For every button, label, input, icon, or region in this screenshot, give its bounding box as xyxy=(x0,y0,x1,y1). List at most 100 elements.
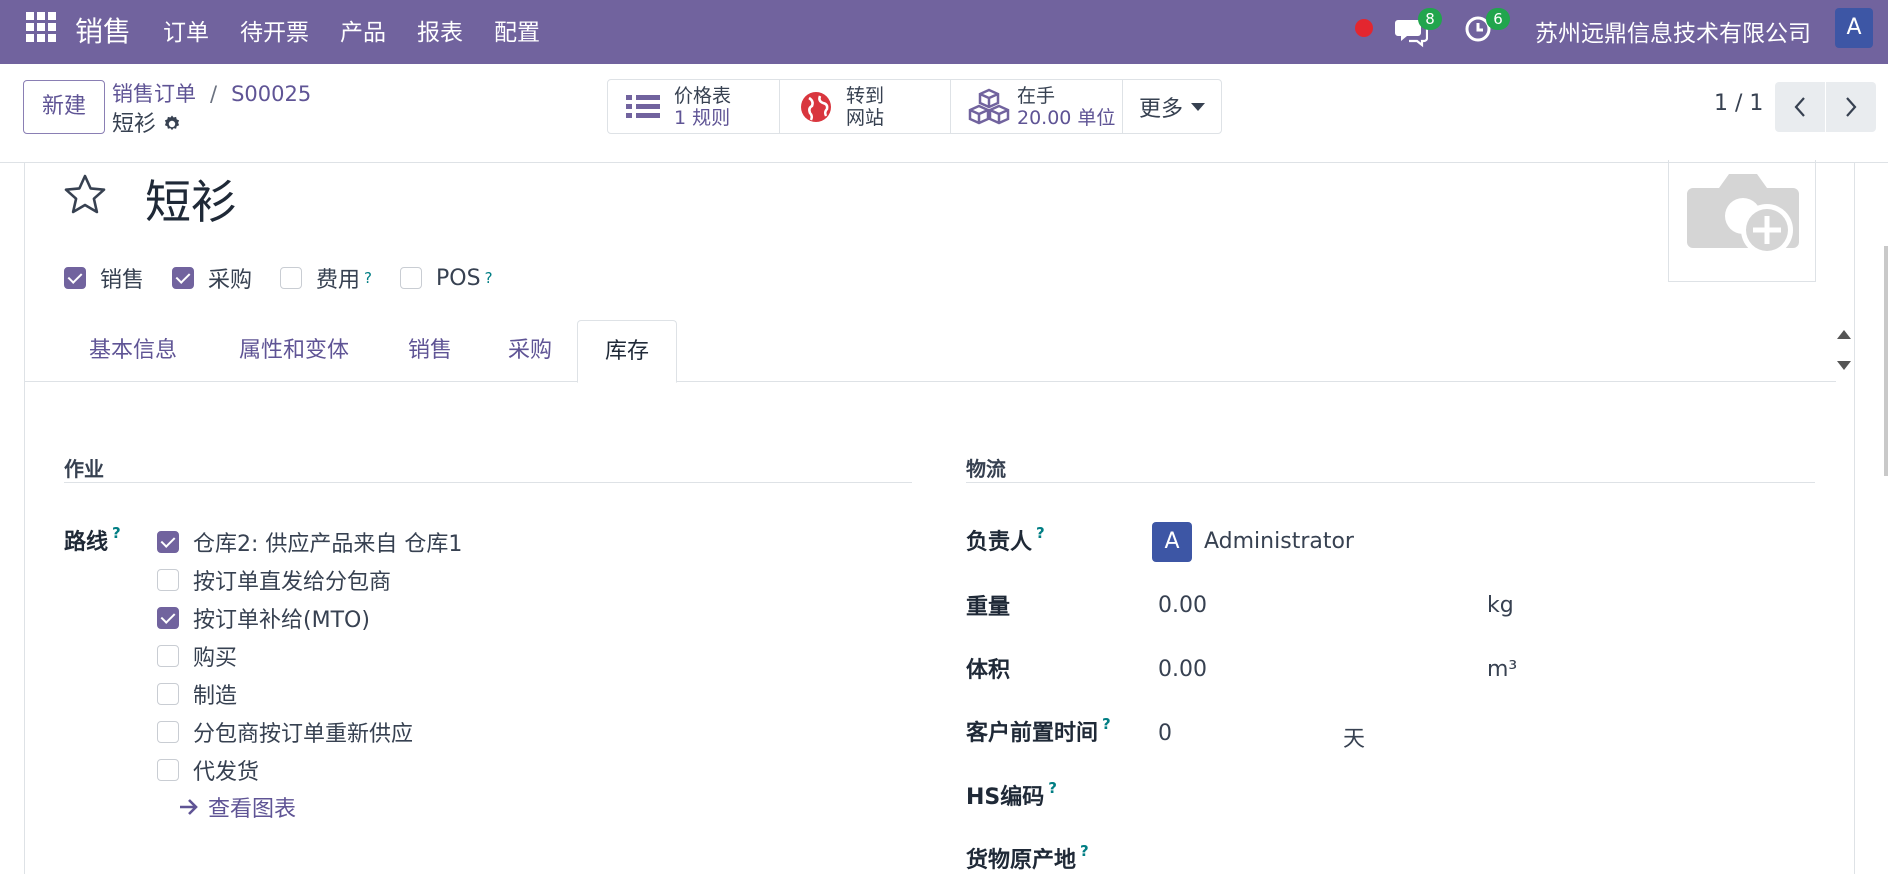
scroll-down-icon[interactable] xyxy=(1837,361,1851,370)
hs-code-label: HS编码? xyxy=(966,779,1057,810)
go-to-website-smart-button[interactable]: 转到 网站 xyxy=(780,80,951,133)
menu-item-products[interactable]: 产品 xyxy=(340,13,386,47)
can-be-sold-flag[interactable]: 销售 xyxy=(64,262,144,294)
route-item[interactable]: 仓库2: 供应产品来自 仓库1 xyxy=(157,526,462,558)
routes-label: 路线? xyxy=(64,524,121,555)
company-switcher[interactable]: 苏州远鼎信息技术有限公司 xyxy=(1535,14,1811,48)
divider xyxy=(64,482,912,483)
on-hand-label: 在手 xyxy=(1017,84,1056,107)
more-dropdown[interactable]: 更多 xyxy=(1123,80,1221,133)
arrow-right-icon xyxy=(178,797,200,822)
checkbox-unchecked[interactable] xyxy=(157,759,179,781)
checkbox-checked[interactable] xyxy=(64,267,86,289)
breadcrumb-order[interactable]: S00025 xyxy=(231,82,311,106)
help-icon[interactable]: ? xyxy=(1102,715,1111,733)
tab-inventory[interactable]: 库存 xyxy=(577,320,677,383)
menu-item-configuration[interactable]: 配置 xyxy=(494,13,540,47)
chevron-right-icon xyxy=(1846,97,1857,117)
tab-general-info[interactable]: 基本信息 xyxy=(72,320,194,382)
cubes-icon xyxy=(967,87,1010,127)
product-name[interactable]: 短衫 xyxy=(145,166,237,232)
globe-icon xyxy=(796,87,836,127)
volume-unit: m³ xyxy=(1487,657,1518,682)
help-icon[interactable]: ? xyxy=(485,269,493,287)
route-item[interactable]: 按订单直发给分包商 xyxy=(157,564,391,596)
pricelist-value: 1 规则 xyxy=(674,106,731,129)
checkbox-checked[interactable] xyxy=(172,267,195,289)
help-icon[interactable]: ? xyxy=(1080,842,1089,860)
route-item[interactable]: 购买 xyxy=(157,640,237,672)
pager-previous-button[interactable] xyxy=(1775,82,1825,132)
available-in-pos-flag[interactable]: POS? xyxy=(400,262,493,294)
responsible-label: 负责人? xyxy=(966,524,1045,555)
pricelist-label: 价格表 xyxy=(674,84,732,107)
breadcrumb-sales-orders[interactable]: 销售订单 xyxy=(112,82,196,106)
responsible-avatar: A xyxy=(1152,522,1192,562)
gear-icon[interactable] xyxy=(162,114,182,134)
current-record-name: 短衫 xyxy=(112,112,157,137)
checkbox-unchecked[interactable] xyxy=(280,267,303,289)
chat-count-badge: 8 xyxy=(1418,8,1442,30)
checkbox-unchecked[interactable] xyxy=(157,683,179,705)
app-name[interactable]: 销售 xyxy=(75,10,131,50)
checkbox-unchecked[interactable] xyxy=(157,569,179,591)
new-button[interactable]: 新建 xyxy=(23,80,105,134)
route-label: 代发货 xyxy=(193,760,260,785)
responsible-field[interactable]: Administrator xyxy=(1204,529,1354,554)
star-icon[interactable] xyxy=(62,172,108,218)
on-hand-smart-button[interactable]: 在手 20.00 单位 xyxy=(951,80,1123,133)
activity-count-badge: 6 xyxy=(1486,8,1510,30)
route-label: 按订单补给(MTO) xyxy=(193,608,370,633)
breadcrumb-separator: / xyxy=(210,82,218,106)
pager-next-button[interactable] xyxy=(1826,82,1876,132)
flag-label: 费用 xyxy=(316,268,361,293)
tab-attributes-variants[interactable]: 属性和变体 xyxy=(218,320,370,382)
scroll-up-icon[interactable] xyxy=(1837,330,1851,339)
menu-item-orders[interactable]: 订单 xyxy=(163,13,209,47)
customer-lead-time-label: 客户前置时间? xyxy=(966,715,1111,746)
pager-value[interactable]: 1 / 1 xyxy=(1714,91,1763,116)
lead-time-unit: 天 xyxy=(1343,727,1366,752)
help-icon[interactable]: ? xyxy=(1048,779,1057,797)
route-label: 制造 xyxy=(193,684,238,709)
help-icon[interactable]: ? xyxy=(112,524,121,542)
volume-label: 体积 xyxy=(966,658,1011,683)
route-item[interactable]: 代发货 xyxy=(157,754,259,786)
route-item[interactable]: 按订单补给(MTO) xyxy=(157,602,370,634)
customer-lead-time-field[interactable]: 0 xyxy=(1158,721,1172,746)
view-diagram-link[interactable]: 查看图表 xyxy=(178,791,296,823)
menu-item-to-invoice[interactable]: 待开票 xyxy=(240,13,309,47)
help-icon[interactable]: ? xyxy=(364,269,372,287)
user-avatar[interactable]: A xyxy=(1835,8,1873,48)
volume-field[interactable]: 0.00 xyxy=(1158,657,1207,682)
weight-field[interactable]: 0.00 xyxy=(1158,593,1207,618)
scrollbar[interactable] xyxy=(1884,246,1888,476)
tab-purchase[interactable]: 采购 xyxy=(490,320,570,382)
recording-dot-icon[interactable] xyxy=(1355,19,1373,37)
top-navbar: 销售 订单 待开票 产品 报表 配置 8 6 苏州远鼎信息技术有限公司 A xyxy=(0,0,1888,64)
weight-label: 重量 xyxy=(966,595,1011,620)
camera-plus-icon xyxy=(1687,174,1799,256)
checkbox-unchecked[interactable] xyxy=(157,645,179,667)
product-image-upload[interactable] xyxy=(1668,160,1816,282)
route-label: 购买 xyxy=(193,646,238,671)
caret-down-icon xyxy=(1191,102,1206,111)
website-label: 转到 xyxy=(846,84,885,107)
app-grid-icon[interactable] xyxy=(26,12,56,42)
help-icon[interactable]: ? xyxy=(1036,524,1045,542)
pricelist-smart-button[interactable]: 价格表 1 规则 xyxy=(608,80,780,133)
tab-sales[interactable]: 销售 xyxy=(394,320,466,382)
flag-label: POS xyxy=(436,265,481,291)
can-be-expensed-flag[interactable]: 费用? xyxy=(280,262,372,294)
route-item[interactable]: 制造 xyxy=(157,678,237,710)
route-item[interactable]: 分包商按订单重新供应 xyxy=(157,716,413,748)
checkbox-unchecked[interactable] xyxy=(157,721,179,743)
checkbox-checked[interactable] xyxy=(157,607,179,629)
checkbox-unchecked[interactable] xyxy=(400,267,423,289)
route-label: 按订单直发给分包商 xyxy=(193,570,392,595)
origin-country-label: 货物原产地? xyxy=(966,842,1089,873)
checkbox-checked[interactable] xyxy=(157,531,179,553)
can-be-purchased-flag[interactable]: 采购 xyxy=(172,262,252,294)
menu-item-reporting[interactable]: 报表 xyxy=(417,13,463,47)
route-label: 仓库2: 供应产品来自 仓库1 xyxy=(193,532,463,557)
